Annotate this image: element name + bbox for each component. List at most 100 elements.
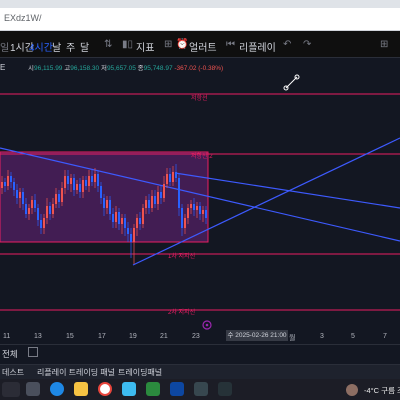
- price-chart[interactable]: 저항선 저항선 2 1차 지지선 2차 지지선: [0, 58, 400, 344]
- candle-body: [79, 184, 81, 192]
- candle-body: [61, 188, 63, 202]
- interval-week-button[interactable]: 주: [66, 39, 75, 54]
- x-tick: 7: [383, 333, 387, 340]
- task-view-icon[interactable]: [26, 382, 40, 396]
- alert-button[interactable]: 얼러트: [189, 39, 217, 54]
- candle-body: [37, 208, 39, 220]
- candle-body: [193, 204, 195, 210]
- app-icon-4[interactable]: [194, 382, 208, 396]
- templates-icon[interactable]: ⊞: [164, 39, 172, 50]
- candle-body: [121, 218, 123, 224]
- candle-body: [112, 214, 114, 222]
- x-tick: 11: [3, 333, 11, 340]
- bar-style-icon[interactable]: ⇅: [104, 39, 112, 50]
- candle-body: [124, 218, 126, 228]
- app-icon-5[interactable]: [218, 382, 232, 396]
- undo-icon[interactable]: ↶: [283, 39, 291, 50]
- candle-body: [106, 200, 108, 208]
- alert-icon[interactable]: ⏰: [176, 39, 188, 50]
- high-value: 96,158.30: [70, 65, 100, 72]
- x-tick: 5: [351, 333, 355, 340]
- candle-body: [31, 200, 33, 208]
- app-icon[interactable]: [122, 382, 136, 396]
- redo-icon[interactable]: ↷: [303, 39, 311, 50]
- candle-body: [58, 194, 60, 202]
- calendar-icon[interactable]: [28, 347, 38, 357]
- app-icon-2[interactable]: [146, 382, 160, 396]
- candle-body: [184, 218, 186, 228]
- ohlc-legend: 시96,115.99 고96,158.30 저95,657.05 종95,748…: [28, 62, 223, 72]
- range-bar: [0, 344, 400, 364]
- panel-tab-replay-trading[interactable]: 리플레이 트레이딩 패널: [37, 367, 115, 378]
- candle-body: [64, 176, 66, 188]
- candle-body: [157, 192, 159, 204]
- candle-body: [76, 184, 78, 190]
- candle-body: [139, 218, 141, 224]
- candle-body: [133, 228, 135, 242]
- replay-icon[interactable]: ⏮: [226, 39, 235, 50]
- x-tick: 17: [98, 333, 106, 340]
- candle-body: [166, 174, 168, 184]
- candle-body: [7, 176, 9, 186]
- browser-address-bar[interactable]: [0, 8, 400, 31]
- candle-body: [4, 182, 6, 186]
- box-top-label: 저항선 2: [191, 152, 213, 160]
- interval-month-button[interactable]: 달: [80, 39, 89, 54]
- candle-body: [145, 200, 147, 208]
- candle-body: [70, 178, 72, 184]
- candle-body: [187, 208, 189, 218]
- candle-body: [19, 192, 21, 198]
- interval-day-button[interactable]: 날: [52, 39, 61, 54]
- x-tick: 19: [129, 333, 137, 340]
- panel-tab-trading[interactable]: 트레이딩패널: [118, 367, 162, 378]
- candle-body: [160, 192, 162, 198]
- candle-body: [55, 194, 57, 204]
- interval-4h-button[interactable]: 4시간: [29, 39, 53, 54]
- x-tick: 23: [192, 333, 200, 340]
- panel-tab-test[interactable]: 데스트: [2, 367, 24, 378]
- weather-icon[interactable]: [346, 384, 358, 396]
- candle-body: [13, 182, 15, 190]
- candle-body: [49, 206, 51, 214]
- candle-body: [88, 176, 90, 186]
- candle-body: [46, 206, 48, 218]
- candle-body: [163, 184, 165, 198]
- candle-body: [136, 218, 138, 228]
- uptrend-line-2: [174, 172, 400, 209]
- edge-icon[interactable]: [50, 382, 64, 396]
- address-url[interactable]: EXdz1W/: [4, 13, 42, 23]
- replay-button[interactable]: 리플레이: [239, 39, 276, 54]
- candle-body: [43, 218, 45, 228]
- event-marker-dot: [205, 323, 209, 327]
- candle-body: [199, 206, 201, 214]
- open-value: 96,115.99: [33, 65, 63, 72]
- search-icon[interactable]: [2, 382, 20, 397]
- candles-icon[interactable]: ▮▯: [122, 39, 133, 50]
- x-tick: 13: [34, 333, 42, 340]
- candle-body: [127, 228, 129, 234]
- weather-widget[interactable]: -4°C 구름 조: [364, 385, 400, 396]
- candle-body: [1, 182, 3, 188]
- candle-body: [100, 186, 102, 198]
- x-tick: 3: [320, 333, 324, 340]
- x-tick: 21: [160, 333, 168, 340]
- support-1-label: 1차 지지선: [168, 252, 195, 260]
- indicators-button[interactable]: 지표: [136, 39, 154, 54]
- chrome-icon[interactable]: [98, 382, 112, 396]
- candle-body: [97, 174, 99, 186]
- change-value: -367.02 (-0.38%): [174, 65, 224, 72]
- candle-body: [22, 192, 24, 204]
- resistance-label: 저항선: [191, 94, 208, 102]
- candle-body: [142, 208, 144, 224]
- candle-body: [118, 212, 120, 224]
- candle-body: [94, 174, 96, 182]
- candle-body: [148, 200, 150, 208]
- candle-body: [85, 180, 87, 186]
- layout-grid-icon[interactable]: ⊞: [380, 39, 388, 50]
- range-all-button[interactable]: 전체: [2, 348, 18, 360]
- app-icon-3[interactable]: [170, 382, 184, 396]
- file-explorer-icon[interactable]: [74, 382, 88, 396]
- candle-body: [190, 204, 192, 208]
- candle-body: [205, 210, 207, 218]
- chart-type-button[interactable]: 일: [0, 39, 9, 54]
